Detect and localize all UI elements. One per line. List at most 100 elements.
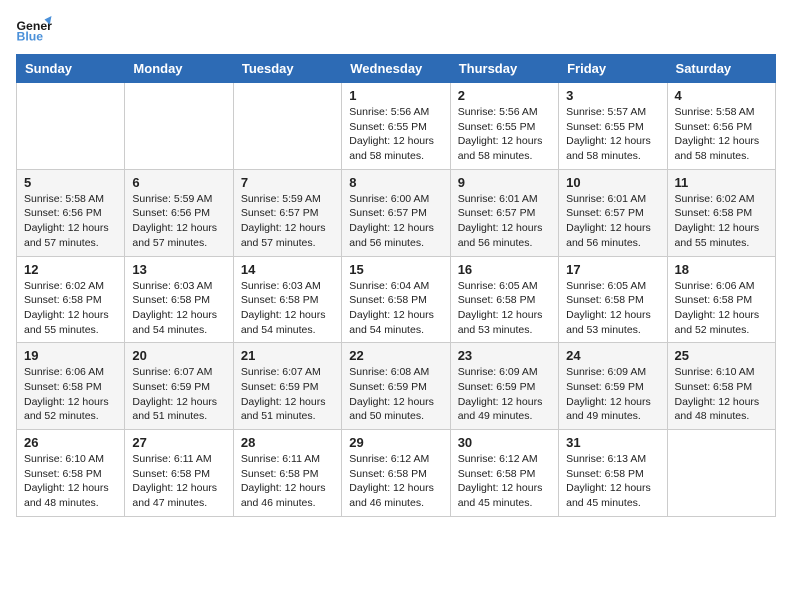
day-number: 7 — [241, 175, 334, 190]
calendar-cell: 15 Sunrise: 6:04 AM Sunset: 6:58 PM Dayli… — [342, 256, 450, 343]
day-info: Sunrise: 6:01 AM Sunset: 6:57 PM Dayligh… — [458, 192, 551, 251]
day-info: Sunrise: 5:58 AM Sunset: 6:56 PM Dayligh… — [675, 105, 768, 164]
day-number: 25 — [675, 348, 768, 363]
calendar-cell: 17 Sunrise: 6:05 AM Sunset: 6:58 PM Dayli… — [559, 256, 667, 343]
calendar-cell — [125, 83, 233, 170]
calendar-cell: 9 Sunrise: 6:01 AM Sunset: 6:57 PM Daylig… — [450, 169, 558, 256]
calendar-cell: 29 Sunrise: 6:12 AM Sunset: 6:58 PM Dayli… — [342, 430, 450, 517]
day-number: 31 — [566, 435, 659, 450]
calendar-week-row: 26 Sunrise: 6:10 AM Sunset: 6:58 PM Dayli… — [17, 430, 776, 517]
day-number: 4 — [675, 88, 768, 103]
day-info: Sunrise: 6:11 AM Sunset: 6:58 PM Dayligh… — [132, 452, 225, 511]
logo-icon: General Blue — [16, 16, 52, 44]
calendar-cell: 31 Sunrise: 6:13 AM Sunset: 6:58 PM Dayli… — [559, 430, 667, 517]
calendar-cell — [17, 83, 125, 170]
day-number: 11 — [675, 175, 768, 190]
weekday-header-sunday: Sunday — [17, 55, 125, 83]
calendar-cell: 1 Sunrise: 5:56 AM Sunset: 6:55 PM Daylig… — [342, 83, 450, 170]
day-number: 18 — [675, 262, 768, 277]
calendar-cell: 6 Sunrise: 5:59 AM Sunset: 6:56 PM Daylig… — [125, 169, 233, 256]
day-number: 23 — [458, 348, 551, 363]
calendar-cell: 14 Sunrise: 6:03 AM Sunset: 6:58 PM Dayli… — [233, 256, 341, 343]
day-info: Sunrise: 6:10 AM Sunset: 6:58 PM Dayligh… — [24, 452, 117, 511]
day-number: 13 — [132, 262, 225, 277]
weekday-header-tuesday: Tuesday — [233, 55, 341, 83]
calendar-cell: 20Sunrise: 6:07 AM Sunset: 6:59 PM Dayli… — [125, 343, 233, 430]
calendar-cell: 16 Sunrise: 6:05 AM Sunset: 6:58 PM Dayli… — [450, 256, 558, 343]
day-info: Sunrise: 6:05 AM Sunset: 6:58 PM Dayligh… — [566, 279, 659, 338]
calendar-cell: 19Sunrise: 6:06 AM Sunset: 6:58 PM Dayli… — [17, 343, 125, 430]
day-info: Sunrise: 5:59 AM Sunset: 6:56 PM Dayligh… — [132, 192, 225, 251]
calendar-cell: 23Sunrise: 6:09 AM Sunset: 6:59 PM Dayli… — [450, 343, 558, 430]
day-info: Sunrise: 6:13 AM Sunset: 6:58 PM Dayligh… — [566, 452, 659, 511]
calendar-cell: 22Sunrise: 6:08 AM Sunset: 6:59 PM Dayli… — [342, 343, 450, 430]
calendar-cell — [667, 430, 775, 517]
day-info: Sunrise: 5:58 AM Sunset: 6:56 PM Dayligh… — [24, 192, 117, 251]
weekday-header-thursday: Thursday — [450, 55, 558, 83]
day-number: 21 — [241, 348, 334, 363]
calendar-cell: 24Sunrise: 6:09 AM Sunset: 6:59 PM Dayli… — [559, 343, 667, 430]
calendar-week-row: 19Sunrise: 6:06 AM Sunset: 6:58 PM Dayli… — [17, 343, 776, 430]
day-number: 14 — [241, 262, 334, 277]
day-number: 16 — [458, 262, 551, 277]
day-number: 10 — [566, 175, 659, 190]
day-info: Sunrise: 6:01 AM Sunset: 6:57 PM Dayligh… — [566, 192, 659, 251]
calendar-cell: 8 Sunrise: 6:00 AM Sunset: 6:57 PM Daylig… — [342, 169, 450, 256]
day-number: 8 — [349, 175, 442, 190]
day-number: 17 — [566, 262, 659, 277]
day-info: Sunrise: 6:00 AM Sunset: 6:57 PM Dayligh… — [349, 192, 442, 251]
day-info: Sunrise: 5:56 AM Sunset: 6:55 PM Dayligh… — [458, 105, 551, 164]
calendar-cell: 5 Sunrise: 5:58 AM Sunset: 6:56 PM Daylig… — [17, 169, 125, 256]
day-info: Sunrise: 6:10 AM Sunset: 6:58 PM Dayligh… — [675, 365, 768, 424]
day-info: Sunrise: 6:12 AM Sunset: 6:58 PM Dayligh… — [458, 452, 551, 511]
day-info: Sunrise: 6:02 AM Sunset: 6:58 PM Dayligh… — [675, 192, 768, 251]
day-info: Sunrise: 6:09 AM Sunset: 6:59 PM Dayligh… — [566, 365, 659, 424]
calendar-cell: 21 Sunrise: 6:07 AM Sunset: 6:59 PM Dayli… — [233, 343, 341, 430]
day-info: Sunrise: 6:03 AM Sunset: 6:58 PM Dayligh… — [241, 279, 334, 338]
calendar-cell: 7 Sunrise: 5:59 AM Sunset: 6:57 PM Daylig… — [233, 169, 341, 256]
day-number: 12 — [24, 262, 117, 277]
svg-text:Blue: Blue — [17, 30, 44, 44]
day-info: Sunrise: 6:07 AM Sunset: 6:59 PM Dayligh… — [241, 365, 334, 424]
day-number: 28 — [241, 435, 334, 450]
day-info: Sunrise: 6:11 AM Sunset: 6:58 PM Dayligh… — [241, 452, 334, 511]
day-number: 9 — [458, 175, 551, 190]
calendar-cell: 10 Sunrise: 6:01 AM Sunset: 6:57 PM Dayli… — [559, 169, 667, 256]
calendar-cell: 27Sunrise: 6:11 AM Sunset: 6:58 PM Dayli… — [125, 430, 233, 517]
day-info: Sunrise: 5:57 AM Sunset: 6:55 PM Dayligh… — [566, 105, 659, 164]
day-number: 29 — [349, 435, 442, 450]
day-info: Sunrise: 6:12 AM Sunset: 6:58 PM Dayligh… — [349, 452, 442, 511]
day-number: 1 — [349, 88, 442, 103]
day-number: 6 — [132, 175, 225, 190]
calendar-table: SundayMondayTuesdayWednesdayThursdayFrid… — [16, 54, 776, 517]
weekday-header-row: SundayMondayTuesdayWednesdayThursdayFrid… — [17, 55, 776, 83]
day-number: 20 — [132, 348, 225, 363]
page-header: General Blue — [16, 16, 776, 44]
weekday-header-saturday: Saturday — [667, 55, 775, 83]
calendar-week-row: 1 Sunrise: 5:56 AM Sunset: 6:55 PM Daylig… — [17, 83, 776, 170]
day-number: 3 — [566, 88, 659, 103]
day-info: Sunrise: 6:05 AM Sunset: 6:58 PM Dayligh… — [458, 279, 551, 338]
day-info: Sunrise: 6:08 AM Sunset: 6:59 PM Dayligh… — [349, 365, 442, 424]
day-number: 15 — [349, 262, 442, 277]
day-number: 5 — [24, 175, 117, 190]
day-number: 30 — [458, 435, 551, 450]
calendar-cell: 18 Sunrise: 6:06 AM Sunset: 6:58 PM Dayli… — [667, 256, 775, 343]
day-number: 26 — [24, 435, 117, 450]
day-info: Sunrise: 5:56 AM Sunset: 6:55 PM Dayligh… — [349, 105, 442, 164]
weekday-header-friday: Friday — [559, 55, 667, 83]
calendar-cell: 12Sunrise: 6:02 AM Sunset: 6:58 PM Dayli… — [17, 256, 125, 343]
day-info: Sunrise: 5:59 AM Sunset: 6:57 PM Dayligh… — [241, 192, 334, 251]
day-info: Sunrise: 6:04 AM Sunset: 6:58 PM Dayligh… — [349, 279, 442, 338]
calendar-cell: 28 Sunrise: 6:11 AM Sunset: 6:58 PM Dayli… — [233, 430, 341, 517]
calendar-cell: 25 Sunrise: 6:10 AM Sunset: 6:58 PM Dayli… — [667, 343, 775, 430]
calendar-week-row: 12Sunrise: 6:02 AM Sunset: 6:58 PM Dayli… — [17, 256, 776, 343]
day-number: 2 — [458, 88, 551, 103]
day-info: Sunrise: 6:06 AM Sunset: 6:58 PM Dayligh… — [24, 365, 117, 424]
calendar-cell: 13 Sunrise: 6:03 AM Sunset: 6:58 PM Dayli… — [125, 256, 233, 343]
calendar-cell: 11 Sunrise: 6:02 AM Sunset: 6:58 PM Dayli… — [667, 169, 775, 256]
day-info: Sunrise: 6:06 AM Sunset: 6:58 PM Dayligh… — [675, 279, 768, 338]
day-info: Sunrise: 6:03 AM Sunset: 6:58 PM Dayligh… — [132, 279, 225, 338]
logo: General Blue — [16, 16, 58, 44]
calendar-cell: 26 Sunrise: 6:10 AM Sunset: 6:58 PM Dayli… — [17, 430, 125, 517]
